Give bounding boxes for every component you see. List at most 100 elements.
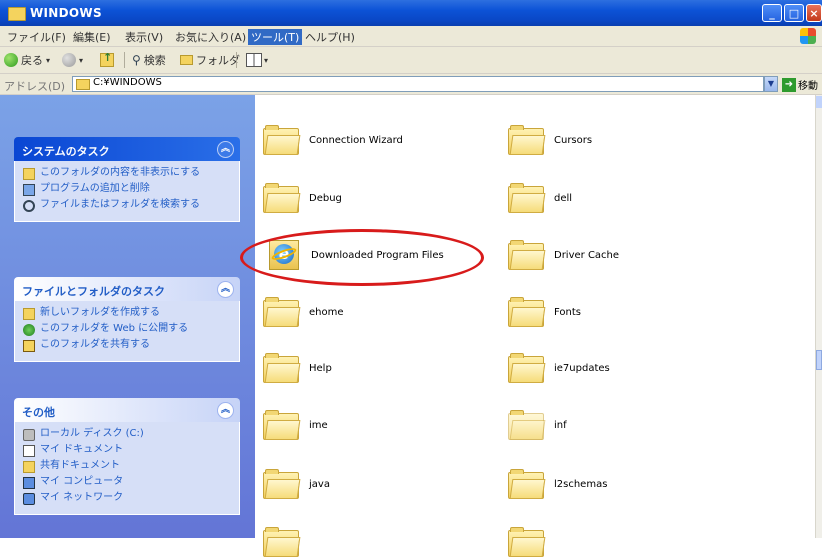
window-title: WINDOWS — [30, 6, 102, 20]
my-documents-icon — [23, 445, 35, 457]
chevron-down-icon: ▾ — [46, 55, 51, 65]
folder-item[interactable]: ime — [263, 410, 328, 440]
folder-item[interactable]: Driver Cache — [508, 240, 619, 270]
folder-item[interactable]: ehome — [263, 297, 344, 327]
folder-icon — [180, 55, 193, 65]
ie-folder-icon: e — [269, 240, 299, 270]
search-icon — [23, 200, 35, 212]
windows-logo-icon — [800, 28, 816, 44]
views-icon — [246, 53, 262, 67]
search-icon: ⚲ — [132, 53, 141, 67]
file-folder-tasks-header[interactable]: ファイルとフォルダのタスク ︽ — [14, 277, 240, 301]
my-computer-icon — [23, 477, 35, 489]
go-label: 移動 — [798, 81, 818, 92]
menu-file[interactable]: ファイル(F) — [4, 29, 69, 45]
folder-icon — [263, 183, 301, 213]
folder-icon — [263, 410, 301, 440]
collapse-icon[interactable]: ︽ — [217, 402, 234, 419]
menu-favorites[interactable]: お気に入り(A) — [172, 29, 249, 45]
folder-item[interactable]: Fonts — [508, 297, 581, 327]
other-places-panel: その他 ︽ ローカル ディスク (C:) マイ ドキュメント 共有ドキュメント … — [14, 398, 240, 515]
task-new-folder[interactable]: 新しいフォルダを作成する — [23, 307, 231, 320]
folder-item[interactable]: inf — [508, 410, 567, 440]
folder-item[interactable]: l2schemas — [508, 469, 607, 499]
other-places-header[interactable]: その他 ︽ — [14, 398, 240, 422]
back-button[interactable]: 戻る ▾ — [4, 52, 50, 68]
folder-item[interactable]: Cursors — [508, 125, 592, 155]
menu-help[interactable]: ヘルプ(H) — [302, 29, 358, 45]
address-input[interactable]: C:¥WINDOWS — [72, 76, 764, 92]
up-folder-icon — [100, 51, 114, 67]
address-label: アドレス(D) — [4, 80, 66, 93]
folder-item[interactable]: java — [263, 469, 330, 499]
folders-button[interactable]: フォルダ — [180, 52, 240, 68]
folder-item[interactable]: Help — [263, 353, 332, 383]
collapse-icon[interactable]: ︽ — [217, 281, 234, 298]
file-name: Cursors — [554, 134, 593, 146]
folder-item[interactable]: Connection Wizard — [263, 125, 403, 155]
file-name: Help — [309, 362, 332, 374]
folder-item[interactable]: ie7updates — [508, 353, 610, 383]
views-button[interactable]: ▾ — [246, 52, 268, 68]
folder-item[interactable]: Debug — [263, 183, 342, 213]
folder-icon — [263, 469, 301, 499]
task-add-remove-programs[interactable]: プログラムの追加と削除 — [23, 183, 231, 196]
task-label: このフォルダを共有する — [40, 339, 150, 350]
add-remove-programs-icon — [23, 184, 35, 196]
place-label: マイ ドキュメント — [40, 444, 124, 455]
folder-icon — [263, 297, 301, 327]
search-button[interactable]: ⚲ 検索 — [132, 52, 166, 68]
maximize-button[interactable]: □ — [784, 4, 804, 22]
system-tasks-header[interactable]: システムのタスク ︽ — [14, 137, 240, 161]
vertical-scrollbar[interactable] — [815, 95, 822, 538]
up-folder-button[interactable] — [100, 51, 114, 68]
file-name: java — [309, 478, 330, 490]
address-dropdown-button[interactable]: ▼ — [764, 76, 778, 92]
folder-item[interactable] — [263, 527, 309, 557]
folder-icon — [8, 7, 26, 21]
task-publish-web[interactable]: このフォルダを Web に公開する — [23, 323, 231, 336]
task-hide-folder-contents[interactable]: このフォルダの内容を非表示にする — [23, 167, 231, 180]
place-local-disk[interactable]: ローカル ディスク (C:) — [23, 428, 231, 441]
folder-icon — [23, 168, 35, 180]
task-label: プログラムの追加と削除 — [40, 183, 150, 194]
close-button[interactable]: × — [806, 4, 822, 22]
place-my-documents[interactable]: マイ ドキュメント — [23, 444, 231, 457]
file-name: ehome — [309, 306, 344, 318]
shared-documents-icon — [23, 461, 35, 473]
task-share-folder[interactable]: このフォルダを共有する — [23, 339, 231, 352]
folder-icon — [508, 125, 546, 155]
file-name: Debug — [309, 192, 342, 204]
folder-icon — [508, 240, 546, 270]
folder-item[interactable]: e Downloaded Program Files — [266, 240, 444, 270]
folder-icon — [508, 183, 546, 213]
go-button[interactable]: ➜ 移動 — [782, 77, 818, 92]
scrollbar-thumb[interactable] — [816, 350, 822, 370]
system-tasks-body: このフォルダの内容を非表示にする プログラムの追加と削除 ファイルまたはフォルダ… — [14, 161, 240, 222]
chevron-down-icon: ▾ — [79, 55, 84, 65]
collapse-icon[interactable]: ︽ — [217, 141, 234, 158]
folders-label: フォルダ — [196, 54, 240, 67]
file-name: inf — [554, 419, 567, 431]
address-bar: アドレス(D) C:¥WINDOWS ▼ ➜ 移動 — [0, 74, 822, 95]
folder-icon — [263, 527, 301, 557]
task-pane: システムのタスク ︽ このフォルダの内容を非表示にする プログラムの追加と削除 … — [0, 95, 255, 538]
file-name: ime — [309, 419, 328, 431]
place-shared-documents[interactable]: 共有ドキュメント — [23, 460, 231, 473]
place-my-network[interactable]: マイ ネットワーク — [23, 492, 231, 505]
folder-item[interactable]: dell — [508, 183, 572, 213]
forward-button[interactable]: ▾ — [62, 52, 83, 68]
go-arrow-icon: ➜ — [782, 77, 796, 92]
share-folder-icon — [23, 340, 35, 352]
folder-item[interactable] — [508, 527, 554, 557]
task-label: このフォルダを Web に公開する — [40, 323, 189, 334]
file-name: ie7updates — [554, 362, 610, 374]
place-my-computer[interactable]: マイ コンピュータ — [23, 476, 231, 489]
menu-tools[interactable]: ツール(T) — [248, 29, 303, 45]
menu-view[interactable]: 表示(V) — [122, 29, 166, 45]
scroll-up-arrow-icon[interactable] — [816, 96, 822, 108]
menu-edit[interactable]: 編集(E) — [70, 29, 114, 45]
folder-icon — [508, 469, 546, 499]
minimize-button[interactable]: _ — [762, 4, 782, 22]
task-search-files[interactable]: ファイルまたはフォルダを検索する — [23, 199, 231, 212]
